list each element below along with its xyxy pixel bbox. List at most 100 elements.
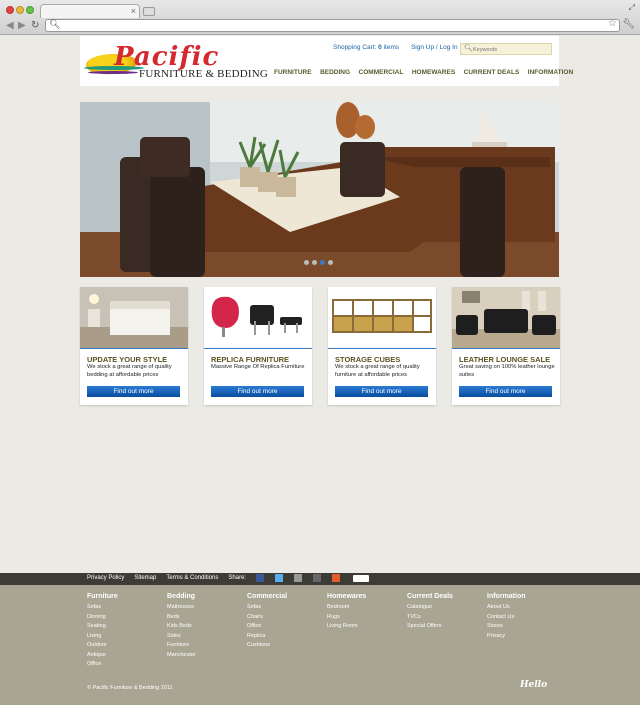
- nav-homewares[interactable]: HOMEWARES: [412, 69, 455, 76]
- find-out-more-button[interactable]: Find out more: [335, 386, 428, 397]
- card-image-chairs[interactable]: [204, 287, 312, 348]
- footer-link[interactable]: Sofas: [247, 603, 322, 613]
- footer-link[interactable]: Dinning: [87, 613, 162, 623]
- reload-button[interactable]: ↻: [31, 21, 39, 31]
- footer-link[interactable]: Special Offers: [407, 622, 482, 632]
- nav-current-deals[interactable]: CURRENT DEALS: [464, 69, 520, 76]
- footer-link[interactable]: Sofas: [87, 603, 162, 613]
- search-icon[interactable]: 🔍︎: [464, 44, 473, 52]
- slideshow-dot[interactable]: [304, 260, 309, 265]
- footer-link[interactable]: Privacy: [487, 632, 562, 642]
- cart-label: Shopping Cart:: [333, 44, 379, 51]
- footer-link[interactable]: About Us: [487, 603, 562, 613]
- find-out-more-button[interactable]: Find out more: [211, 386, 304, 397]
- card-image-bedroom[interactable]: [80, 287, 188, 348]
- footer-link[interactable]: Kids Beds: [167, 622, 242, 632]
- footer-link[interactable]: Manchester: [167, 651, 242, 661]
- tab-close-icon[interactable]: ×: [131, 5, 136, 18]
- footer-link[interactable]: Office: [87, 660, 162, 670]
- footer-link[interactable]: Beds: [167, 613, 242, 623]
- keyword-search-input[interactable]: [473, 45, 549, 54]
- footer-column-heading[interactable]: Furniture: [87, 593, 162, 600]
- slideshow-dot[interactable]: [328, 260, 333, 265]
- back-button[interactable]: ◀: [6, 21, 14, 31]
- footer-column-heading[interactable]: Current Deals: [407, 593, 482, 600]
- find-out-more-button[interactable]: Find out more: [459, 386, 552, 397]
- footer-link[interactable]: Catalogue: [407, 603, 482, 613]
- twitter-icon[interactable]: [275, 574, 284, 582]
- card-image-leather-lounge[interactable]: [452, 287, 560, 348]
- signup-login-link[interactable]: Sign Up / Log In: [411, 44, 458, 51]
- site-footer: Furniture Sofas Dinning Seating Living Outdoo…: [0, 585, 640, 705]
- footer-link[interactable]: Living: [87, 632, 162, 642]
- search-box: 🔍︎: [460, 43, 552, 55]
- shopping-cart-link[interactable]: Shopping Cart: 0 items: [333, 44, 399, 51]
- forward-button[interactable]: ▶: [18, 21, 26, 31]
- cart-items-label: items: [381, 44, 400, 51]
- nav-bedding[interactable]: BEDDING: [320, 69, 350, 76]
- footer-link[interactable]: Furniture: [167, 641, 242, 651]
- hello-agency-logo[interactable]: Hello: [520, 680, 547, 690]
- footer-link[interactable]: Antique: [87, 651, 162, 661]
- main-nav: FURNITURE BEDDING COMMERCIAL HOMEWARES C…: [274, 69, 582, 76]
- address-bar[interactable]: 🔍︎ ☆: [45, 18, 620, 32]
- footer-column-heading[interactable]: Homewares: [327, 593, 402, 600]
- nav-information[interactable]: INFORMATION: [528, 69, 573, 76]
- share-count-box: [353, 574, 370, 582]
- footer-link[interactable]: Cushions: [247, 641, 322, 651]
- print-icon[interactable]: [313, 574, 322, 582]
- sitemap-link[interactable]: Sitemap: [134, 575, 156, 581]
- nav-commercial[interactable]: COMMERCIAL: [359, 69, 404, 76]
- footer-link[interactable]: Replica: [247, 632, 322, 642]
- email-icon[interactable]: [294, 574, 303, 582]
- promo-card-style: UPDATE YOUR STYLE We stock a great range…: [80, 287, 188, 405]
- footer-link[interactable]: Living Room: [327, 622, 402, 632]
- promo-card-storage: STORAGE CUBES We stock a great range of …: [328, 287, 436, 405]
- footer-link[interactable]: Contact Us: [487, 613, 562, 623]
- window-resize-icon[interactable]: ⤢: [629, 3, 635, 13]
- footer-column-heading[interactable]: Commercial: [247, 593, 322, 600]
- slideshow-dots: [304, 260, 333, 265]
- footer-link[interactable]: Bedroom: [327, 603, 402, 613]
- footer-bar: Privacy Policy Sitemap Terms & Condition…: [0, 573, 640, 585]
- search-icon: 🔍︎: [49, 19, 61, 29]
- slideshow-dot[interactable]: [320, 260, 325, 265]
- footer-link[interactable]: TVCs: [407, 613, 482, 623]
- close-window-button[interactable]: [6, 6, 14, 14]
- footer-link[interactable]: Seating: [87, 622, 162, 632]
- footer-links: Privacy Policy Sitemap Terms & Condition…: [87, 574, 379, 582]
- wrench-icon[interactable]: 🔧︎: [622, 19, 635, 30]
- card-title: LEATHER LOUNGE SALE: [459, 355, 551, 364]
- footer-link[interactable]: Office: [247, 622, 322, 632]
- footer-link[interactable]: Outdoor: [87, 641, 162, 651]
- site-logo[interactable]: Pacific FURNITURE & BEDDING: [84, 42, 268, 80]
- facebook-icon[interactable]: [256, 574, 265, 582]
- share-label: Share:: [228, 575, 247, 581]
- card-image-storage-cubes[interactable]: [328, 287, 436, 348]
- footer-column: Current Deals Catalogue TVCs Special Offers: [407, 593, 482, 632]
- footer-column: Bedding Mattresses Beds Kids Beds Sides Furni…: [167, 593, 242, 660]
- zoom-window-button[interactable]: [26, 6, 34, 14]
- footer-link[interactable]: Mattresses: [167, 603, 242, 613]
- card-title: REPLICA FURNITURE: [211, 355, 290, 364]
- find-out-more-button[interactable]: Find out more: [87, 386, 180, 397]
- browser-tab[interactable]: ×: [40, 4, 140, 18]
- star-icon[interactable]: ☆: [608, 18, 617, 29]
- browser-chrome: × ⤢ ◀ ▶ ↻ 🔍︎ ☆ 🔧︎: [0, 0, 640, 35]
- slideshow-dot[interactable]: [312, 260, 317, 265]
- nav-furniture[interactable]: FURNITURE: [274, 69, 312, 76]
- card-divider: [452, 348, 560, 349]
- top-links: Shopping Cart: 0 items Sign Up / Log In: [333, 44, 458, 51]
- footer-link[interactable]: Sides: [167, 632, 242, 642]
- new-tab-button[interactable]: [143, 7, 155, 16]
- footer-link[interactable]: Stores: [487, 622, 562, 632]
- terms-link[interactable]: Terms & Conditions: [166, 575, 218, 581]
- footer-column-heading[interactable]: Information: [487, 593, 562, 600]
- footer-link[interactable]: Chairs: [247, 613, 322, 623]
- privacy-policy-link[interactable]: Privacy Policy: [87, 575, 124, 581]
- hero-slideshow[interactable]: [80, 102, 559, 277]
- minimize-window-button[interactable]: [16, 6, 24, 14]
- footer-link[interactable]: Rugs: [327, 613, 402, 623]
- plus-share-icon[interactable]: [332, 574, 341, 582]
- footer-column-heading[interactable]: Bedding: [167, 593, 242, 600]
